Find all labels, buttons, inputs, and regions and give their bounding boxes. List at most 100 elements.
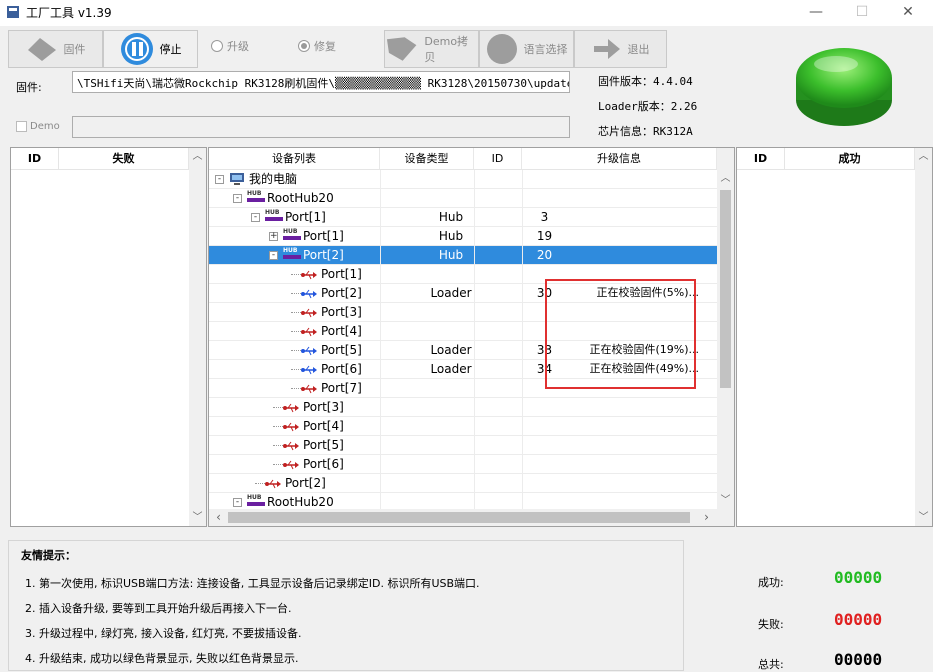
loader-version: Loader版本：2.26: [598, 100, 698, 113]
device-name: Port[1]: [285, 210, 326, 224]
col-divider: [380, 170, 381, 509]
tree-connector: [291, 331, 301, 332]
tree-connector: [291, 369, 301, 370]
demo-checkbox[interactable]: Demo: [16, 121, 60, 132]
collapse-icon[interactable]: -: [233, 194, 242, 203]
device-name: Port[7]: [321, 381, 362, 395]
device-row[interactable]: - HUB Port[1] Hub 3: [209, 208, 717, 227]
total-count: 00000: [834, 650, 883, 669]
collapse-icon[interactable]: -: [215, 175, 224, 184]
col-divider: [522, 170, 523, 509]
language-button[interactable]: 语言选择: [479, 30, 574, 68]
exit-button[interactable]: 退出: [574, 30, 667, 68]
firmware-path-field[interactable]: \TSHifi天尚\瑞芯微Rockchip RK3128刷机固件\▒▒▒▒▒▒▒…: [72, 71, 570, 93]
tree-connector: [291, 293, 301, 294]
device-row[interactable]: - 我的电脑: [209, 170, 717, 189]
pause-icon: [120, 33, 153, 65]
success-col-id: ID: [737, 148, 785, 170]
device-row[interactable]: Port[3]: [209, 398, 717, 417]
device-name: Port[1]: [321, 267, 362, 281]
maximize-button[interactable]: ☐: [839, 0, 885, 26]
device-row[interactable]: + HUB Port[1] Hub 19: [209, 227, 717, 246]
device-name: Port[5]: [321, 343, 362, 357]
window-title: 工厂工具 v1.39: [26, 6, 112, 20]
upgrade-radio-circle[interactable]: [211, 40, 223, 52]
tree-connector: [273, 464, 283, 465]
device-id: 20: [536, 248, 553, 262]
device-tree-panel: 设备列表 设备类型 ID 升级信息 - 我的电脑 - HUB RootHub20- HUB…: [208, 147, 735, 527]
device-name: Port[6]: [303, 457, 344, 471]
device-type: [380, 417, 522, 436]
total-count-label: 总共:: [758, 658, 784, 671]
col-id: ID: [474, 148, 522, 170]
tree-connector: [273, 426, 283, 427]
repair-radio[interactable]: 修复: [298, 38, 336, 54]
close-button[interactable]: ✕: [885, 0, 931, 26]
firmware-button[interactable]: 固件: [8, 30, 103, 68]
col-device-list: 设备列表: [209, 148, 380, 170]
collapse-icon[interactable]: -: [233, 498, 242, 507]
device-name: Port[3]: [321, 305, 362, 319]
device-id: 19: [536, 229, 553, 243]
scroll-up-icon[interactable]: ︿: [717, 170, 734, 187]
collapse-icon[interactable]: -: [269, 251, 278, 260]
device-type: [380, 189, 522, 208]
tree-connector: [291, 312, 301, 313]
tip-item: 2. 插入设备升级, 要等到工具开始升级后再接入下一台.: [25, 602, 292, 615]
device-row[interactable]: - HUB RootHub20: [209, 189, 717, 208]
success-panel: ID 成功 ︿ ﹀: [736, 147, 933, 527]
device-id: [522, 170, 567, 189]
tree-vscrollbar[interactable]: ︿ ﹀: [717, 148, 734, 509]
upgrade-info: [567, 417, 715, 436]
device-row[interactable]: - HUB Port[2] Hub 20: [209, 246, 717, 265]
tip-item: 1. 第一次使用, 标识USB端口方法: 连接设备, 工具显示设备后记录绑定ID…: [25, 577, 480, 590]
demo-checkbox-box[interactable]: [16, 121, 27, 132]
scroll-thumb[interactable]: [720, 190, 731, 388]
usb-red-icon: [283, 403, 299, 413]
firmware-icon: [27, 38, 56, 61]
stop-button[interactable]: 停止: [103, 30, 198, 68]
fail-scrollbar[interactable]: ︿ ﹀: [189, 148, 206, 526]
scroll-up-icon[interactable]: ︿: [915, 148, 932, 165]
device-row[interactable]: Port[2]: [209, 474, 717, 493]
expand-icon[interactable]: +: [269, 232, 278, 241]
stop-button-label: 停止: [159, 43, 182, 56]
usb-red-icon: [265, 479, 281, 489]
device-type: Loader: [430, 362, 472, 376]
device-id: [522, 398, 567, 417]
success-scrollbar[interactable]: ︿ ﹀: [915, 148, 932, 526]
repair-radio-circle[interactable]: [298, 40, 310, 52]
firmware-button-label: 固件: [63, 43, 86, 56]
hub-icon: HUB: [247, 495, 265, 509]
scroll-left-icon[interactable]: ‹: [211, 509, 226, 526]
device-row[interactable]: Port[6]: [209, 455, 717, 474]
scroll-right-icon[interactable]: ›: [699, 509, 714, 526]
exit-button-label: 退出: [627, 43, 650, 56]
tree-connector: [291, 350, 301, 351]
tree-hscrollbar[interactable]: ‹ ›: [209, 509, 734, 526]
device-name: Port[2]: [285, 476, 326, 490]
scroll-down-icon[interactable]: ﹀: [717, 492, 734, 509]
scroll-down-icon[interactable]: ﹀: [915, 509, 932, 526]
device-type: [380, 398, 522, 417]
device-row[interactable]: Port[4]: [209, 417, 717, 436]
demo-copy-button[interactable]: Demo拷贝: [384, 30, 479, 68]
demo-field[interactable]: [72, 116, 570, 138]
fail-count: 00000: [834, 610, 883, 629]
hscroll-thumb[interactable]: [228, 512, 690, 523]
device-id: [522, 417, 567, 436]
minimize-button[interactable]: —: [793, 0, 839, 26]
usb-red-icon: [283, 441, 299, 451]
device-name: 我的电脑: [249, 172, 298, 186]
collapse-icon[interactable]: -: [251, 213, 260, 222]
device-row[interactable]: Port[5]: [209, 436, 717, 455]
tree-connector: [255, 483, 265, 484]
upgrade-radio[interactable]: 升级: [211, 38, 249, 54]
device-type: [380, 474, 522, 493]
scroll-up-icon[interactable]: ︿: [189, 148, 206, 165]
scroll-down-icon[interactable]: ﹀: [189, 509, 206, 526]
success-col-title: 成功: [785, 148, 915, 170]
demo-copy-icon: [386, 37, 417, 61]
col-divider: [474, 170, 475, 509]
upgrade-info: [567, 189, 715, 208]
